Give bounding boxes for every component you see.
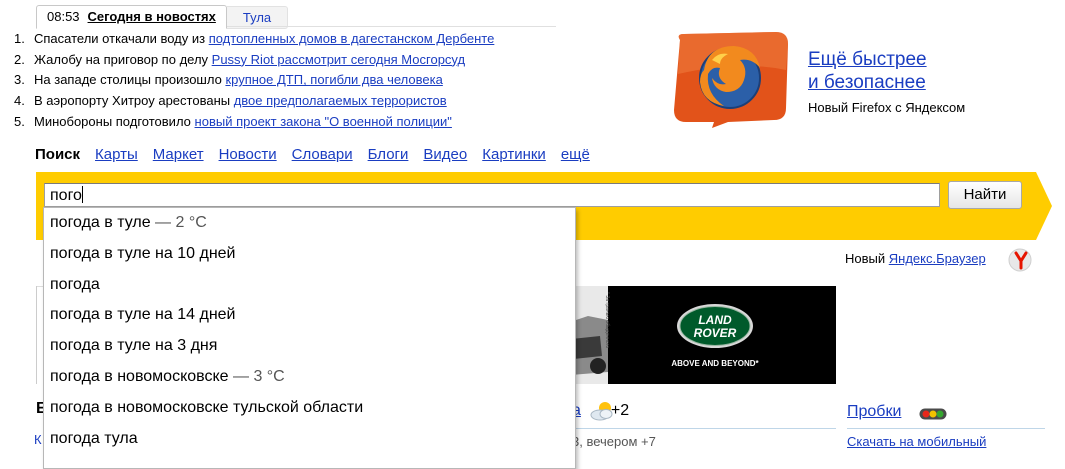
service-link-maps[interactable]: Карты — [95, 146, 138, 163]
service-link-blogs[interactable]: Блоги — [368, 146, 409, 163]
news-item: 5. Минобороны подготовило новый проект за… — [14, 113, 452, 129]
weather-divider — [572, 428, 836, 429]
suggest-weather-hint: — 2 °C — [150, 214, 207, 231]
search-button[interactable]: Найти — [948, 181, 1022, 209]
yandex-browser-link[interactable]: Яндекс.Браузер — [889, 251, 986, 266]
suggest-item[interactable]: погода в туле на 10 дней — [44, 239, 575, 270]
news-item: 4. В аэропорту Хитроу арестованы двое пре… — [14, 93, 447, 109]
service-link-images[interactable]: Картинки — [482, 146, 546, 163]
firefox-promo-subtitle: Новый Firefox с Яндексом — [808, 100, 966, 115]
news-list: 1. Спасатели откачали воду из подтопленны… — [14, 30, 494, 133]
news-link[interactable]: двое предполагаемых террористов — [234, 93, 447, 108]
browser-promo-prefix: Новый — [845, 251, 889, 266]
firefox-promo-title: Ещё быстрее и безопаснее — [808, 48, 927, 94]
firefox-promo-link-line1[interactable]: Ещё быстрее — [808, 48, 927, 71]
partial-block-link[interactable]: К — [34, 432, 42, 447]
news-link[interactable]: крупное ДТП, погибли два человека — [225, 72, 442, 87]
service-link-news[interactable]: Новости — [219, 146, 277, 163]
news-item: 3. На западе столицы произошло крупное ДТ… — [14, 72, 443, 88]
firefox-logo-icon[interactable] — [668, 30, 792, 128]
traffic-title[interactable]: Пробки — [847, 403, 901, 420]
news-tabs: 08:53 Сегодня в новостях Тула — [36, 5, 289, 29]
search-input[interactable]: пого — [44, 183, 940, 207]
services-nav: Поиск Карты Маркет Новости Словари Блоги… — [35, 146, 605, 163]
ad-frame-left — [36, 286, 37, 384]
banner-logo-line1: LAND — [698, 313, 732, 327]
news-item: 1. Спасатели откачали воду из подтопленны… — [14, 31, 495, 46]
service-link-more[interactable]: ещё — [561, 146, 590, 163]
banner-logo-line2: ROVER — [694, 326, 737, 340]
news-link[interactable]: подтопленных домов в дагестанском Дербен… — [209, 31, 495, 46]
suggest-item[interactable]: погода в туле на 3 дня — [44, 331, 575, 362]
search-suggest-dropdown: погода в туле — 2 °C погода в туле на 10… — [43, 207, 576, 469]
news-item: 2. Жалобу на приговор по делу Pussy Riot … — [14, 51, 466, 67]
suggest-item[interactable]: погода в туле на 14 дней — [44, 300, 575, 331]
suggest-weather-hint: — 3 °C — [228, 367, 285, 385]
banner-side-text: * За гранью обыденного — [604, 292, 610, 348]
suggest-item[interactable]: погода — [44, 270, 575, 301]
browser-promo: Новый Яндекс.Браузер — [845, 251, 986, 266]
news-link[interactable]: Pussy Riot рассмотрит сегодня Мосгорсуд — [212, 52, 465, 67]
service-link-market[interactable]: Маркет — [153, 146, 204, 163]
land-rover-banner[interactable]: * За гранью обыденного LAND ROVER ABOVE … — [558, 286, 836, 384]
tab-today-news[interactable]: 08:53 Сегодня в новостях — [36, 5, 227, 29]
service-link-video[interactable]: Видео — [423, 146, 467, 163]
traffic-light-icon — [919, 408, 947, 420]
tab-today-news-label[interactable]: Сегодня в новостях — [88, 9, 216, 24]
download-mobile-link[interactable]: Скачать на мобильный — [847, 434, 986, 449]
suggest-item[interactable]: погода в новомосковске — 3 °C — [44, 362, 575, 393]
suggest-item[interactable]: погода в туле — 2 °C — [44, 208, 575, 239]
yandex-browser-icon[interactable] — [1007, 247, 1033, 273]
traffic-mobile-link: Скачать на мобильный — [847, 434, 986, 449]
news-link[interactable]: новый проект закона "О военной полиции" — [195, 114, 452, 129]
partly-cloudy-icon — [590, 402, 613, 421]
banner-tagline: ABOVE AND BEYOND* — [671, 359, 759, 368]
suggest-item[interactable]: погода в новомосковске тульской области — [44, 393, 575, 424]
service-link-dictionaries[interactable]: Словари — [292, 146, 353, 163]
traffic-widget: Пробки — [847, 403, 901, 421]
text-caret — [81, 186, 83, 203]
firefox-promo-link-line2[interactable]: и безопаснее — [808, 71, 927, 94]
traffic-divider — [847, 428, 1045, 429]
suggest-item[interactable]: погода тула — [44, 424, 575, 455]
service-current-search: Поиск — [35, 146, 81, 163]
news-time: 08:53 — [47, 9, 80, 24]
search-input-value: пого — [50, 187, 82, 204]
weather-forecast: 3, вечером +7 — [572, 434, 656, 449]
